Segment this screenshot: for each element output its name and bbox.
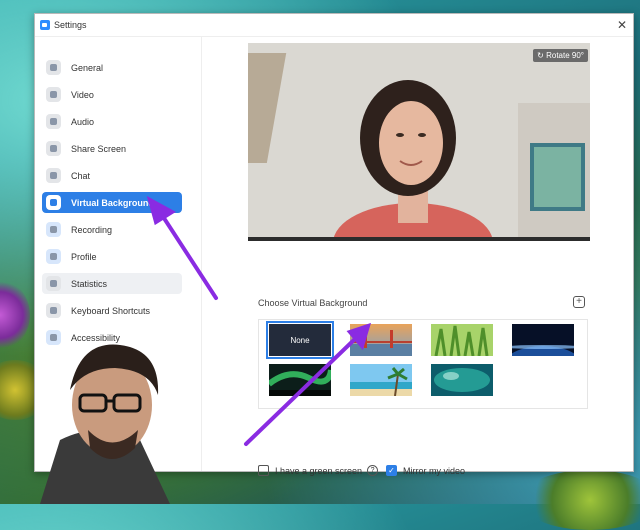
sidebar-item-accessibility[interactable]: Accessibility (42, 327, 182, 348)
sidebar-item-label: Audio (71, 116, 95, 127)
background-thumb-beach[interactable] (350, 364, 412, 397)
sidebar-item-statistics[interactable]: Statistics (42, 273, 182, 294)
close-button[interactable]: ✕ (611, 18, 633, 32)
sidebar-item-profile[interactable]: Profile (42, 246, 182, 267)
background-gallery: None (258, 319, 588, 409)
title-bar: Settings ✕ (35, 14, 633, 37)
mirror-video-option[interactable]: ✓ Mirror my video (386, 465, 465, 476)
sidebar-item-virtual-background[interactable]: Virtual Background (42, 192, 182, 213)
chat-icon (46, 168, 61, 183)
sidebar-item-share-screen[interactable]: Share Screen (42, 138, 182, 159)
background-foliage (520, 470, 640, 530)
sidebar-item-label: Recording (71, 224, 113, 235)
choose-background-label: Choose Virtual Background (258, 298, 368, 308)
person-background-icon (46, 195, 61, 210)
add-background-button[interactable]: + (573, 296, 585, 308)
green-screen-checkbox[interactable] (258, 465, 269, 476)
green-screen-option[interactable]: I have a green screen ? (258, 465, 379, 476)
gear-icon (46, 60, 61, 75)
headphones-icon (46, 114, 61, 129)
keyboard-icon (46, 303, 61, 318)
sidebar-item-video[interactable]: Video (42, 84, 182, 105)
background-thumb-none[interactable]: None (266, 321, 334, 359)
sidebar-item-general[interactable]: General (42, 57, 182, 78)
sidebar-item-keyboard-shortcuts[interactable]: Keyboard Shortcuts (42, 300, 182, 321)
sidebar-item-label: Video (71, 89, 94, 100)
rotate-icon: ↻ (537, 51, 547, 60)
sidebar-item-chat[interactable]: Chat (42, 165, 182, 186)
profile-icon (46, 249, 61, 264)
sidebar-item-audio[interactable]: Audio (42, 111, 182, 132)
rotate-button[interactable]: ↻ Rotate 90° (533, 49, 588, 62)
preview-image (248, 43, 590, 241)
accessibility-icon (46, 330, 61, 345)
settings-sidebar: General Video Audio Share Screen Chat Virtual… (35, 37, 202, 471)
none-label: None (290, 335, 310, 345)
sidebar-item-label: Accessibility (71, 332, 121, 343)
sidebar-item-label: Statistics (71, 278, 108, 289)
statistics-icon (46, 276, 61, 291)
rotate-label: Rotate 90° (546, 51, 584, 60)
zoom-logo-icon (40, 20, 50, 30)
window-title: Settings (54, 20, 87, 30)
mirror-video-label: Mirror my video (403, 465, 466, 476)
sidebar-item-recording[interactable]: Recording (42, 219, 182, 240)
background-thumb-earth-from-space[interactable] (503, 324, 583, 386)
sidebar-item-label: Keyboard Shortcuts (71, 305, 151, 316)
background-thumb-grass[interactable] (431, 324, 493, 357)
camera-preview: ↻ Rotate 90° (248, 43, 590, 241)
video-icon (46, 87, 61, 102)
sidebar-item-label: Chat (71, 170, 91, 181)
background-foliage (0, 280, 30, 350)
sidebar-item-label: Profile (71, 251, 97, 262)
help-icon[interactable]: ? (367, 465, 379, 476)
virtual-background-panel: ↻ Rotate 90° Choose Virtual Background +… (202, 37, 633, 476)
sidebar-item-label: General (71, 62, 104, 73)
sidebar-item-label: Share Screen (71, 143, 127, 154)
mirror-video-checkbox[interactable]: ✓ (386, 465, 397, 476)
background-thumb-northern-lights[interactable] (267, 364, 334, 396)
green-screen-label: I have a green screen (275, 465, 363, 476)
share-screen-icon (46, 141, 61, 156)
background-thumb-golden-gate-bridge[interactable] (350, 324, 412, 356)
sidebar-item-label: Virtual Background (71, 197, 154, 208)
settings-window: Settings ✕ General Video Audio Share Screen… (34, 13, 634, 476)
background-thumb-underwater[interactable] (431, 364, 493, 396)
record-icon (46, 222, 61, 237)
